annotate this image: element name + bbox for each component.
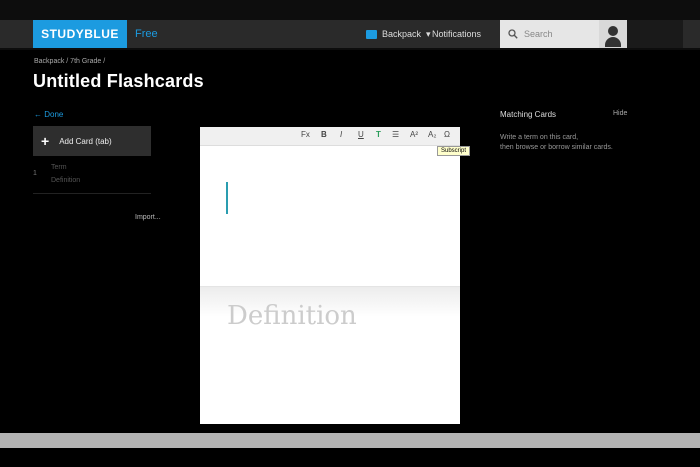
import-link[interactable]: Import... [135, 214, 161, 221]
search-box[interactable] [500, 20, 599, 48]
backpack-icon [366, 29, 377, 39]
definition-placeholder: Definition [227, 301, 357, 331]
subscript-tooltip: Subscript [437, 146, 471, 156]
card-list-item[interactable]: 1 Term Definition [33, 158, 151, 194]
flashcard-editor: Fx B I U T ☰ A² A₂ Ω Definition [200, 127, 460, 424]
underline-button[interactable]: U [358, 130, 364, 139]
chevron-down-icon: ▾ [426, 28, 431, 39]
plan-badge: Free [135, 28, 158, 40]
term-input[interactable] [200, 146, 460, 286]
avatar-head [608, 26, 618, 36]
avatar-body [605, 37, 621, 47]
search-input[interactable] [524, 29, 594, 39]
page-title: Untitled Flashcards [33, 71, 204, 91]
list-button[interactable]: ☰ [392, 130, 399, 139]
matching-cards-title: Matching Cards [500, 110, 557, 119]
backpack-label: Backpack [382, 29, 422, 39]
superscript-button[interactable]: A² [410, 130, 418, 139]
done-link[interactable]: ← Done [34, 110, 63, 119]
subscript-button[interactable]: A₂ [428, 130, 436, 139]
special-char-button[interactable]: Ω [444, 130, 450, 139]
matching-description-line: Write a term on this card, [500, 134, 579, 141]
card-term-preview: Term [51, 164, 67, 171]
search-icon [508, 29, 518, 39]
hide-link[interactable]: Hide [613, 110, 627, 117]
editor-toolbar: Fx B I U T ☰ A² A₂ Ω [200, 127, 460, 146]
top-bar-end [627, 20, 683, 48]
formula-button[interactable]: Fx [301, 130, 310, 139]
bottom-scrollbar[interactable] [0, 433, 700, 448]
italic-button[interactable]: I [340, 130, 342, 139]
studyblue-logo[interactable]: STUDYBLUE [33, 20, 127, 48]
add-card-label: Add Card (tab) [59, 136, 112, 146]
definition-input[interactable]: Definition [200, 286, 460, 424]
text-color-button[interactable]: T [376, 130, 381, 139]
matching-description-line: then browse or borrow similar cards. [500, 144, 613, 151]
user-avatar[interactable] [599, 20, 627, 48]
breadcrumb[interactable]: Backpack / 7th Grade / [34, 58, 105, 65]
card-number: 1 [33, 170, 37, 177]
notifications-link[interactable]: Notifications [432, 20, 481, 48]
plus-icon: + [41, 133, 50, 149]
card-definition-preview: Definition [51, 177, 81, 184]
add-card-button[interactable]: + Add Card (tab) [33, 126, 151, 156]
text-cursor [226, 182, 228, 214]
backpack-menu[interactable]: Backpack ▾ [366, 20, 431, 48]
bold-button[interactable]: B [321, 130, 327, 139]
